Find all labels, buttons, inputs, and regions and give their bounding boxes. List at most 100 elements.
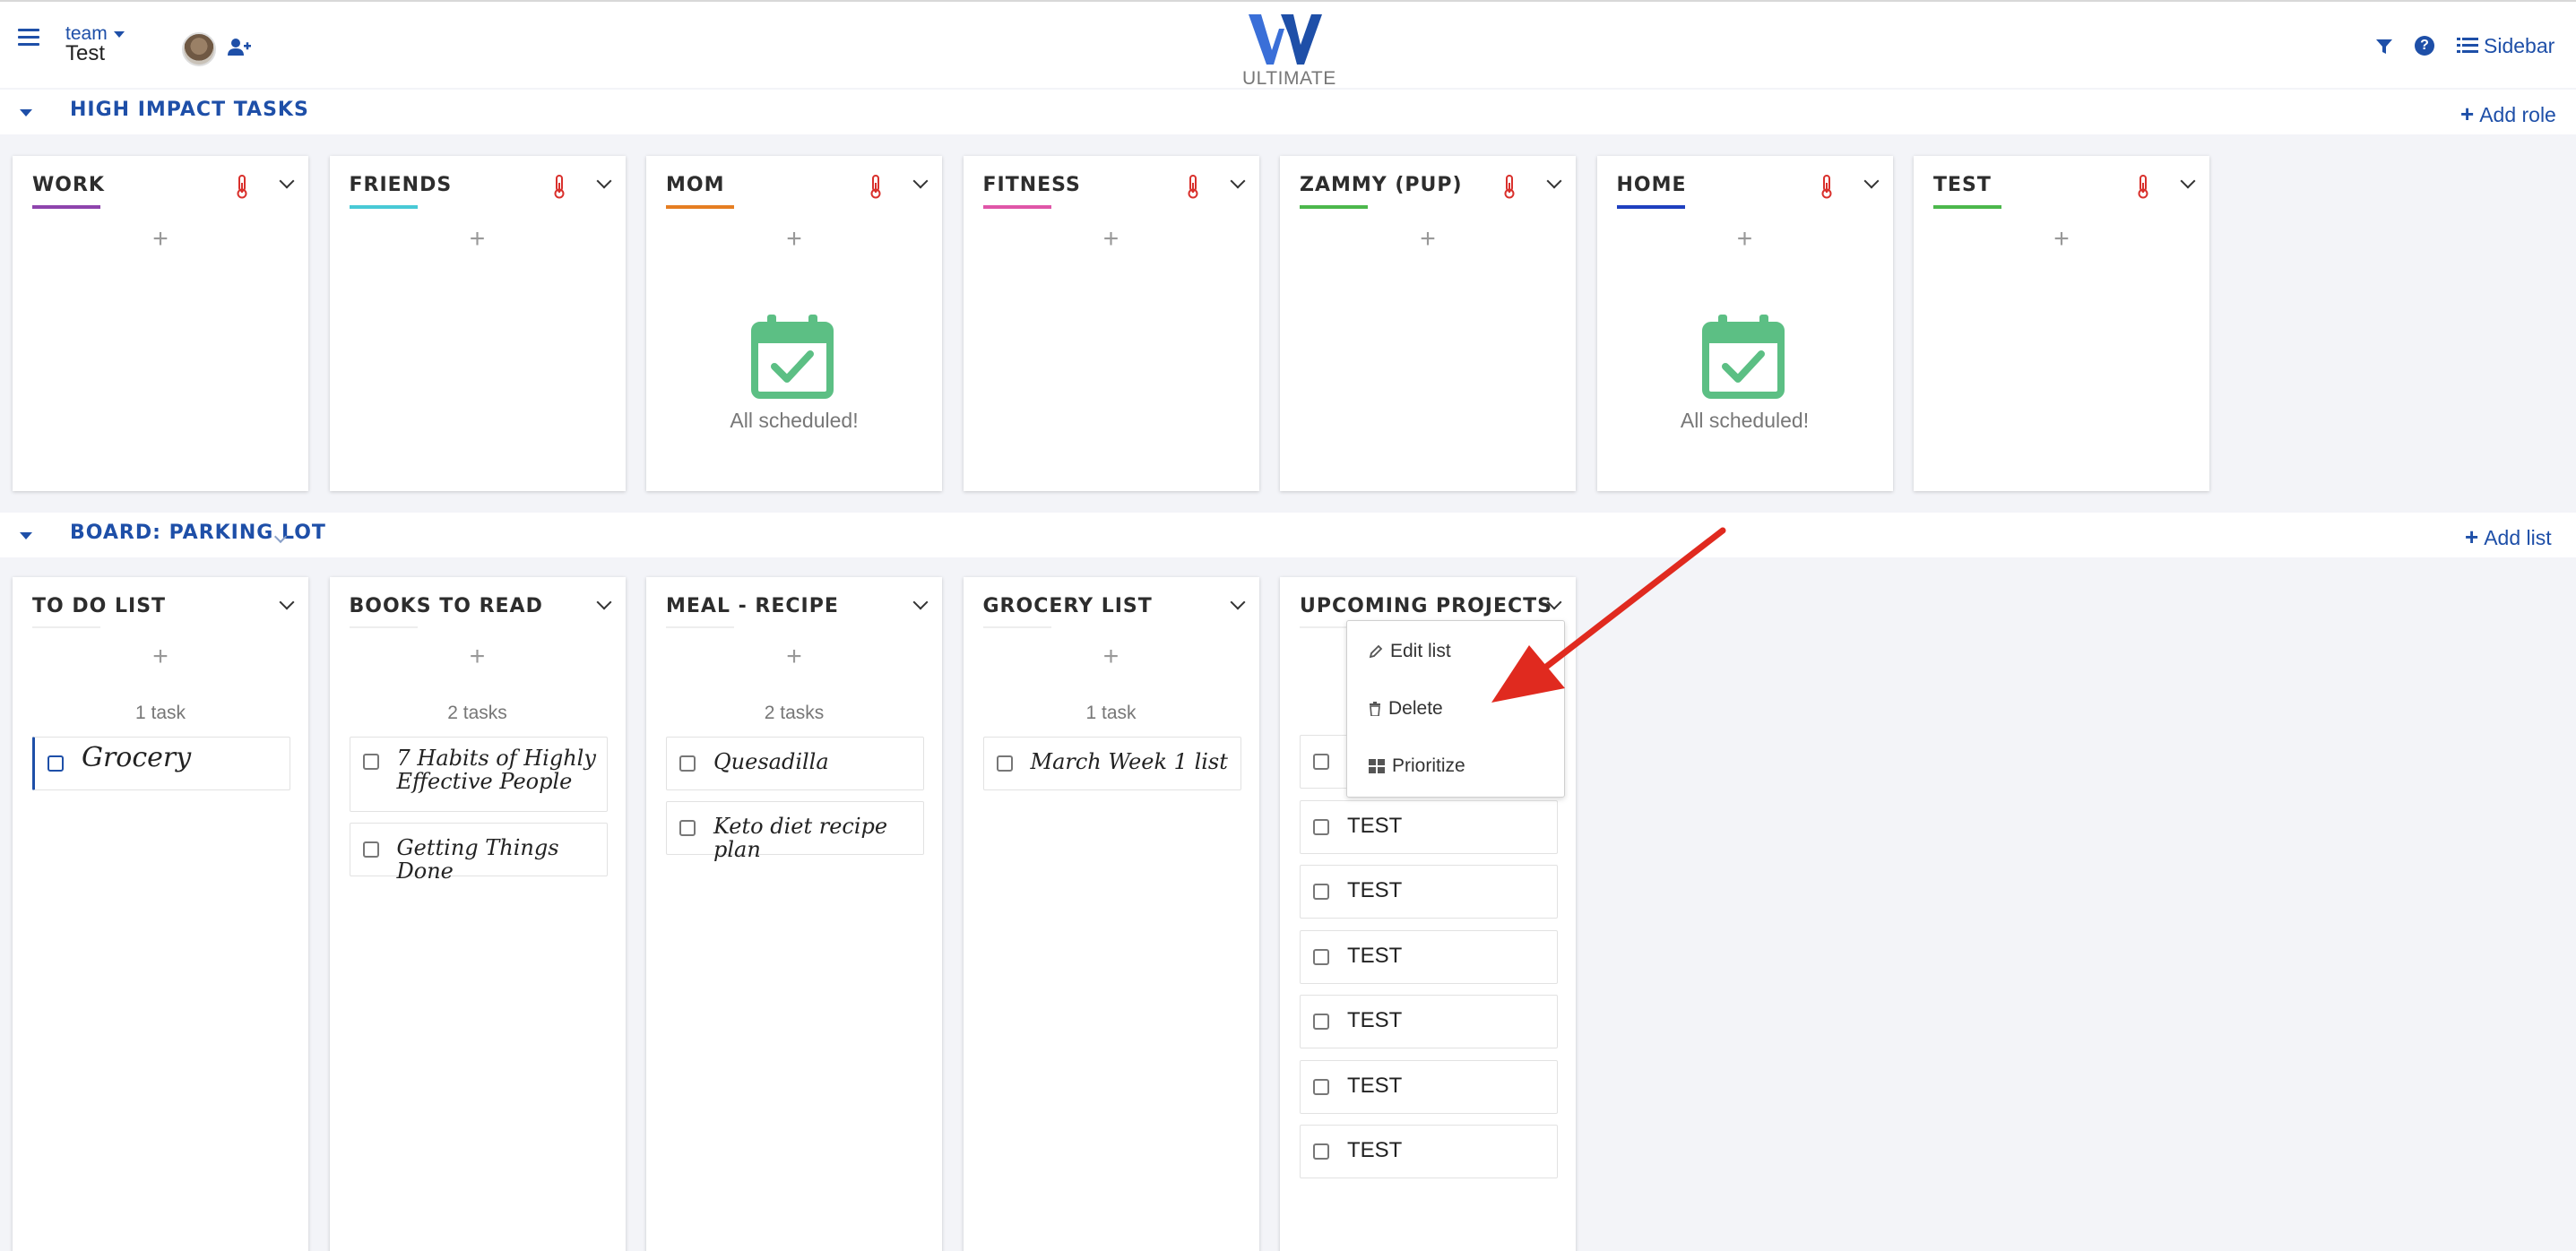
add-list-button[interactable]: + Add list (2465, 523, 2552, 551)
task-checkbox[interactable] (1313, 884, 1329, 900)
task-checkbox[interactable] (1313, 1014, 1329, 1030)
filter-icon[interactable] (2375, 38, 2393, 56)
section-title: HIGH IMPACT TASKS (70, 99, 309, 121)
task-count: 1 task (134, 703, 186, 723)
thermometer-priority-icon[interactable] (233, 174, 251, 199)
add-task-plus-icon[interactable]: + (964, 224, 1259, 255)
task-checkbox[interactable] (679, 820, 696, 836)
task-title: Getting Things Done (396, 835, 559, 884)
list-menu-chevron-icon[interactable] (1230, 594, 1245, 610)
collapse-caret-icon[interactable] (20, 109, 32, 116)
calendar-check-icon (1701, 315, 1785, 399)
task-card[interactable]: Getting Things Done (349, 823, 608, 883)
edit-list-menu-item[interactable]: Edit list (1369, 641, 1451, 662)
role-menu-chevron-icon[interactable] (1863, 173, 1879, 189)
add-task-plus-icon[interactable]: + (13, 224, 308, 255)
thermometer-priority-icon[interactable] (2134, 174, 2152, 199)
role-color-underline (982, 205, 1051, 209)
list-title: MEAL - RECIPE (666, 595, 839, 617)
task-checkbox[interactable] (1313, 1078, 1329, 1095)
role-card: TEST + (1914, 156, 2209, 491)
grid-icon (1369, 759, 1385, 773)
section-title: BOARD: PARKING LOT (70, 522, 326, 544)
list-menu-chevron-icon[interactable] (596, 594, 611, 610)
role-menu-chevron-icon[interactable] (596, 173, 611, 189)
task-card[interactable]: TEST (1300, 1125, 1558, 1178)
role-title: ZAMMY (PUP) (1300, 174, 1463, 196)
task-checkbox[interactable] (1313, 1143, 1329, 1160)
user-avatar[interactable] (182, 32, 216, 66)
role-card: MOM + All scheduled! (646, 156, 942, 491)
task-title: Keto diet recipe plan (713, 814, 888, 862)
task-checkbox[interactable] (1313, 754, 1329, 770)
task-checkbox[interactable] (362, 841, 379, 858)
add-user-icon[interactable] (228, 38, 251, 57)
list-card: MEAL - RECIPE +2 tasks Quesadilla Keto diet… (646, 577, 942, 1251)
list-card: TO DO LIST +1 task Grocery (13, 577, 308, 1251)
add-task-plus-icon[interactable]: + (646, 642, 942, 672)
task-card[interactable]: Quesadilla (666, 737, 924, 790)
role-color-underline (1933, 205, 2001, 209)
task-card[interactable]: TEST (1300, 865, 1558, 919)
add-task-plus-icon[interactable]: + (964, 642, 1259, 672)
thermometer-priority-icon[interactable] (1184, 174, 1202, 199)
add-role-button[interactable]: + Add role (2460, 100, 2556, 128)
list-menu-chevron-icon[interactable] (279, 594, 295, 610)
task-card[interactable]: TEST (1300, 995, 1558, 1048)
add-task-plus-icon[interactable]: + (330, 224, 626, 255)
task-checkbox[interactable] (679, 755, 696, 772)
task-card[interactable]: TEST (1300, 929, 1558, 984)
role-menu-chevron-icon[interactable] (1230, 173, 1245, 189)
task-count: 2 tasks (447, 703, 507, 723)
hamburger-menu-icon[interactable] (18, 29, 39, 47)
add-task-plus-icon[interactable]: + (646, 224, 942, 255)
prioritize-menu-item[interactable]: Prioritize (1369, 755, 1465, 777)
role-menu-chevron-icon[interactable] (912, 173, 929, 189)
task-title: TEST (1347, 1073, 1403, 1098)
task-checkbox[interactable] (1313, 948, 1329, 965)
list-underline (982, 626, 1051, 628)
add-task-plus-icon[interactable]: + (13, 642, 308, 672)
top-bar: team Test ULTIMATE ? Sidebar (0, 0, 2576, 89)
add-task-plus-icon[interactable]: + (330, 642, 626, 672)
help-icon[interactable]: ? (2415, 36, 2434, 56)
thermometer-priority-icon[interactable] (550, 174, 568, 199)
task-checkbox[interactable] (1313, 818, 1329, 835)
thermometer-priority-icon[interactable] (1500, 174, 1518, 199)
task-card[interactable]: Grocery (32, 737, 290, 790)
role-card: ZAMMY (PUP) + (1280, 156, 1576, 491)
thermometer-priority-icon[interactable] (867, 174, 885, 199)
thermometer-priority-icon[interactable] (1818, 174, 1836, 199)
team-dropdown-caret-icon[interactable] (114, 31, 125, 38)
add-role-label: Add role (2479, 103, 2556, 126)
task-card[interactable]: TEST (1300, 1059, 1558, 1114)
task-card[interactable]: TEST (1300, 799, 1558, 854)
add-task-plus-icon[interactable]: + (1280, 224, 1576, 255)
task-checkbox[interactable] (362, 754, 379, 770)
role-title: FRIENDS (349, 174, 453, 196)
logo-text: ULTIMATE (1242, 68, 1336, 89)
list-underline (32, 626, 100, 628)
sidebar-list-icon[interactable] (2457, 38, 2478, 54)
task-checkbox[interactable] (48, 755, 64, 772)
role-title: WORK (32, 174, 105, 196)
sidebar-button[interactable]: Sidebar (2484, 34, 2554, 58)
task-card[interactable]: Keto diet recipe plan (666, 801, 924, 861)
role-menu-chevron-icon[interactable] (279, 173, 295, 189)
task-card[interactable]: 7 Habits of Highly Effective People (349, 737, 608, 812)
task-checkbox[interactable] (996, 755, 1013, 772)
task-card[interactable]: March Week 1 list (982, 737, 1241, 790)
list-menu-chevron-icon[interactable] (912, 594, 929, 610)
role-color-underline (666, 205, 734, 209)
all-scheduled-text: All scheduled! (730, 409, 859, 432)
collapse-caret-icon[interactable] (20, 532, 32, 539)
role-menu-chevron-icon[interactable] (1546, 173, 1562, 189)
role-menu-chevron-icon[interactable] (2180, 173, 2196, 189)
calendar-check-icon (751, 315, 834, 399)
add-task-plus-icon[interactable]: + (1597, 224, 1893, 255)
add-task-plus-icon[interactable]: + (1914, 224, 2209, 255)
task-title: Quesadilla (713, 749, 829, 774)
delete-menu-item[interactable]: Delete (1369, 698, 1443, 720)
list-underline (666, 626, 734, 628)
role-card: HOME + All scheduled! (1596, 156, 1893, 491)
